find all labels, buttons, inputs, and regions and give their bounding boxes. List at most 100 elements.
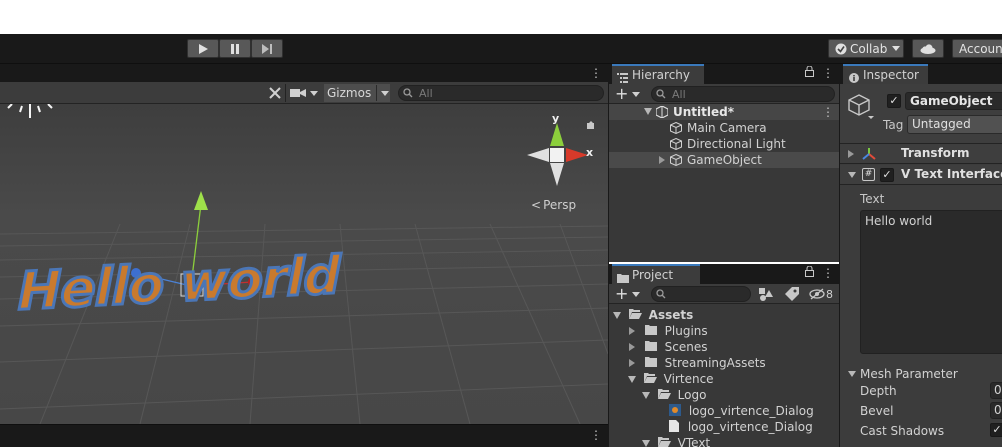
perspective-toggle[interactable]: < Persp (531, 198, 576, 212)
folder-open-icon (657, 437, 671, 447)
hierarchy-menu-icon[interactable]: ⋮ (822, 66, 834, 80)
step-icon (262, 43, 272, 54)
expand-arrow-icon (642, 440, 650, 447)
project-tree: Assets Plugins Scenes StreamingAssets Vi… (609, 304, 839, 447)
hierarchy-item-label: Main Camera (687, 121, 767, 135)
hierarchy-item-label: Directional Light (687, 137, 786, 151)
tab-inspector[interactable]: Inspector (843, 64, 928, 84)
hierarchy-tree: Untitled* ⋮ Main Camera Directional Ligh… (609, 104, 839, 262)
chevron-down-icon (381, 90, 390, 96)
hierarchy-item[interactable]: Directional Light (609, 136, 839, 152)
play-icon (199, 43, 208, 54)
expand-arrow-icon (613, 312, 621, 319)
unity-scene-icon (656, 106, 668, 118)
object-name-field[interactable]: GameObject (905, 92, 1002, 110)
pause-button[interactable] (219, 39, 251, 58)
gizmos-dropdown[interactable]: Gizmos (324, 84, 390, 102)
scene-view[interactable]: y x < Persp Hello world (0, 104, 608, 424)
create-dropdown[interactable]: + (615, 285, 641, 303)
active-checkbox[interactable]: ✓ (887, 94, 901, 108)
scene-row-menu-icon[interactable]: ⋮ (822, 104, 834, 120)
project-item-virtence[interactable]: Virtence (628, 371, 714, 387)
project-item-logo-file[interactable]: logo_virtence_Dialog (669, 419, 813, 435)
scene-search-placeholder: All (419, 86, 433, 100)
expand-arrow-icon (848, 371, 856, 377)
project-item-label: Logo (677, 388, 707, 402)
transform-label: Transform (901, 146, 970, 160)
account-label: Accoun (959, 41, 1002, 56)
component-label: V Text Interface ( (901, 167, 1002, 181)
tab-project[interactable]: Project (612, 264, 700, 284)
tag-icon (785, 287, 799, 301)
project-item-streamingassets[interactable]: StreamingAssets (629, 355, 766, 371)
scene-search-input[interactable]: All (398, 85, 604, 101)
create-dropdown[interactable]: + (615, 85, 641, 103)
collapsed-arrow-icon (629, 327, 635, 335)
lock-icon[interactable] (805, 265, 814, 280)
inspector-tab-label: Inspector (863, 68, 919, 82)
script-icon: # (862, 168, 875, 181)
component-header[interactable]: # ✓ V Text Interface ( (840, 165, 1002, 185)
hierarchy-tab-label: Hierarchy (632, 68, 691, 82)
folder-icon (644, 341, 657, 351)
mesh-parameter-foldout[interactable]: Mesh Parameter (848, 367, 958, 381)
project-item-vtext[interactable]: VText (642, 435, 710, 447)
project-item-plugins[interactable]: Plugins (629, 323, 708, 339)
project-item-logo[interactable]: Logo (642, 387, 706, 403)
lock-icon[interactable] (805, 65, 814, 80)
bottom-panel-menu-icon[interactable]: ⋮ (590, 428, 602, 442)
folder-open-icon (643, 373, 657, 383)
cast-shadows-checkbox[interactable]: ✓ (990, 423, 1002, 437)
camera-dropdown[interactable] (290, 84, 324, 102)
tag-dropdown[interactable]: Untagged (907, 115, 1002, 134)
search-by-label-button[interactable] (785, 287, 799, 304)
transform-header[interactable]: Transform (840, 144, 1002, 164)
axis-x-label: x (586, 146, 594, 159)
eye-slash-icon (809, 288, 825, 300)
collab-dropdown[interactable]: Collab (828, 39, 904, 58)
project-tab-label: Project (632, 268, 674, 282)
tab-hierarchy[interactable]: Hierarchy (612, 64, 704, 84)
component-enabled-checkbox[interactable]: ✓ (880, 168, 894, 182)
hidden-count: 8 (826, 287, 833, 301)
chevron-down-icon (892, 46, 901, 51)
shapes-icon (759, 288, 773, 301)
scene-menu-icon[interactable]: ⋮ (590, 66, 602, 80)
cast-shadows-label: Cast Shadows (860, 424, 945, 438)
text-area[interactable]: Hello world (860, 210, 1002, 354)
hidden-packages-toggle[interactable]: 8 (809, 286, 833, 302)
play-button[interactable] (187, 39, 219, 58)
scene-row[interactable]: Untitled* ⋮ (609, 104, 839, 120)
search-icon (656, 89, 666, 99)
project-item-label: Scenes (664, 340, 708, 354)
project-item-label: StreamingAssets (664, 356, 766, 370)
chevron-down-icon (632, 91, 641, 97)
project-item-logo-image[interactable]: logo_virtence_Dialog (669, 403, 814, 419)
cube-icon (670, 138, 682, 150)
project-item-scenes[interactable]: Scenes (629, 339, 708, 355)
hierarchy-search-input[interactable]: All (651, 86, 835, 102)
hierarchy-item-selected[interactable]: GameObject (609, 152, 839, 168)
mesh-section-label: Mesh Parameter (860, 367, 958, 381)
hierarchy-item[interactable]: Main Camera (609, 120, 839, 136)
cloud-button[interactable] (912, 39, 944, 58)
account-dropdown[interactable]: Accoun (952, 39, 1002, 58)
depth-field[interactable]: 0 (990, 382, 1002, 399)
project-item-assets[interactable]: Assets (613, 307, 693, 323)
search-by-type-button[interactable] (759, 287, 773, 304)
check-icon (835, 43, 847, 54)
project-search-input[interactable] (651, 286, 751, 302)
inspector-body: ✓ GameObject Tag Untagged Transform # ✓ … (840, 84, 1002, 447)
hierarchy-search-placeholder: All (672, 87, 686, 101)
tools-button[interactable] (264, 84, 286, 102)
scene-tab-bar: ⋮ (0, 64, 608, 82)
expand-arrow-icon (644, 108, 652, 115)
chevron-down-icon (310, 90, 318, 96)
bevel-field[interactable]: 0 (990, 402, 1002, 419)
gameobject-cube-icon (848, 94, 874, 119)
project-menu-icon[interactable]: ⋮ (822, 266, 834, 280)
main-toolbar: Collab Accoun (0, 34, 1002, 64)
project-item-label: Assets (648, 308, 694, 322)
project-toolbar: + 8 (609, 284, 839, 304)
step-button[interactable] (251, 39, 283, 58)
